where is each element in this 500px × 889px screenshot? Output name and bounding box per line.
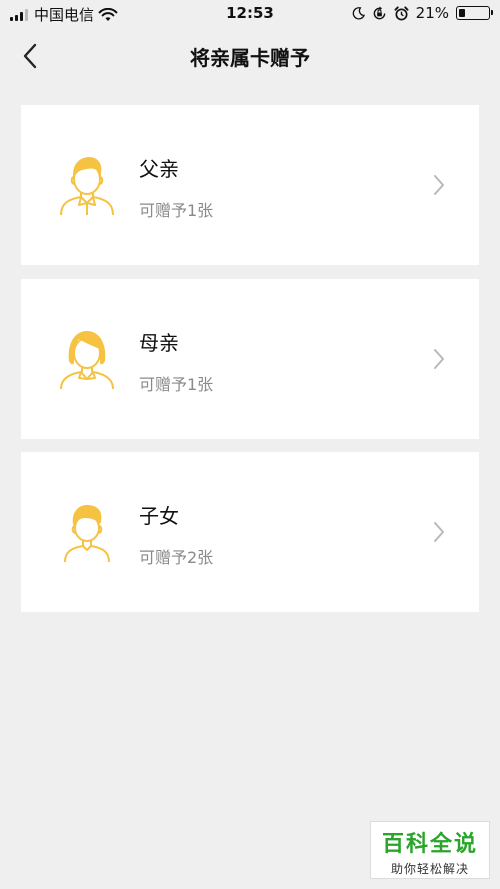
watermark-title: 百科全说 bbox=[381, 832, 478, 857]
card-name: 母亲 bbox=[139, 331, 179, 355]
chevron-right-icon bbox=[434, 522, 444, 542]
father-avatar-icon bbox=[60, 157, 114, 216]
battery-fill bbox=[459, 9, 465, 17]
card-child[interactable]: 子女 可赠予2张 bbox=[21, 452, 479, 612]
battery-icon bbox=[456, 6, 493, 20]
moon-icon bbox=[352, 6, 365, 19]
card-quota: 可赠予2张 bbox=[139, 548, 214, 567]
watermark-logo: 百科全说 助你轻松解决 bbox=[370, 821, 490, 879]
mother-avatar-icon bbox=[60, 331, 114, 390]
battery-percent: 21% bbox=[415, 4, 449, 22]
alarm-icon bbox=[394, 5, 409, 20]
rotation-lock-icon bbox=[373, 5, 386, 19]
card-mother[interactable]: 母亲 可赠予1张 bbox=[21, 279, 479, 439]
card-quota: 可赠予1张 bbox=[139, 375, 214, 394]
page-title: 将亲属卡赠予 bbox=[190, 46, 310, 70]
child-avatar-icon bbox=[64, 504, 110, 563]
status-right: 21% bbox=[352, 4, 493, 22]
chevron-right-icon bbox=[434, 349, 444, 369]
watermark-subtitle: 助你轻松解决 bbox=[390, 862, 469, 876]
nav-bar: 将亲属卡赠予 bbox=[0, 28, 500, 84]
card-quota: 可赠予1张 bbox=[139, 201, 214, 220]
card-name: 子女 bbox=[139, 504, 179, 528]
card-name: 父亲 bbox=[139, 157, 179, 181]
status-bar: 中国电信 12:53 21% bbox=[0, 0, 500, 28]
card-father[interactable]: 父亲 可赠予1张 bbox=[21, 105, 479, 265]
chevron-right-icon bbox=[434, 175, 444, 195]
